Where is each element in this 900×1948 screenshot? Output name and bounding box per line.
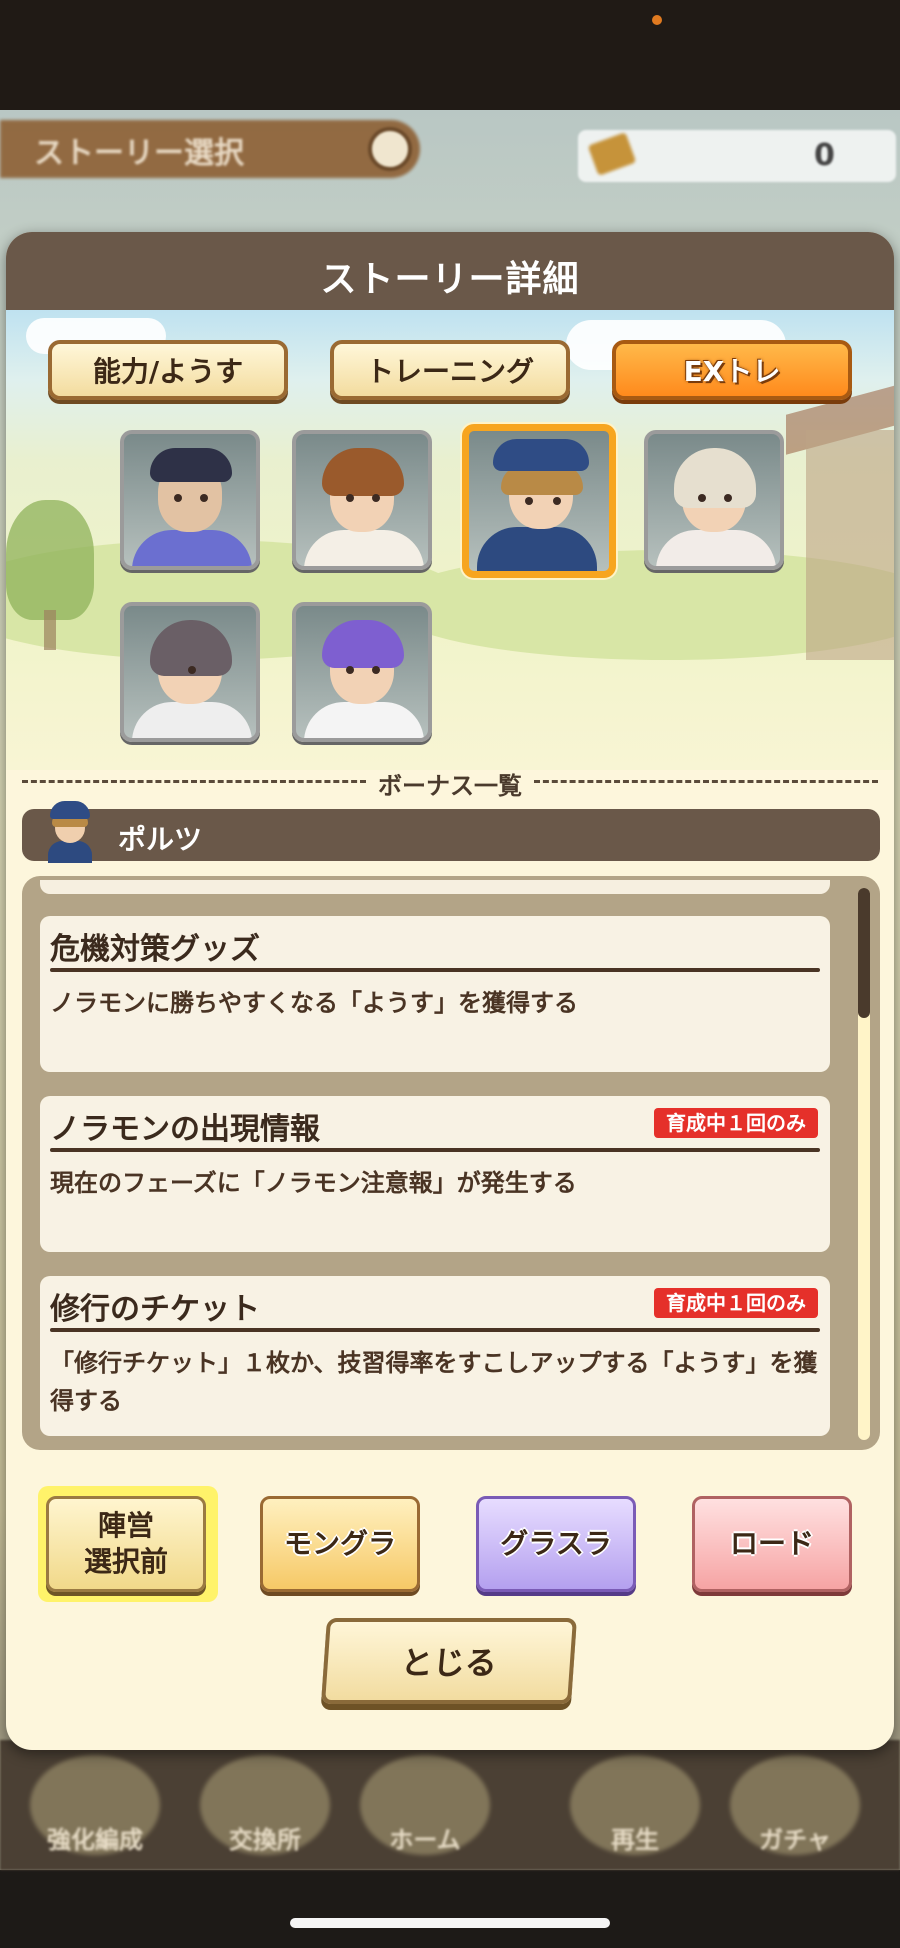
gurasura-button[interactable]: グラスラ (476, 1496, 636, 1592)
selected-character-avatar (44, 797, 96, 863)
close-button[interactable]: とじる (320, 1618, 578, 1704)
portrait-eye (372, 494, 380, 502)
avatar-cap (50, 801, 90, 819)
bonus-card-1: 危機対策グッズ ノラモンに勝ちやすくなる「ようす」を獲得する (40, 916, 830, 1072)
story-detail-modal: ストーリー詳細 能力/ようす トレーニング EXトレ ボーナス一覧 ポルツ 危機… (6, 232, 894, 1750)
faction-button-line2: 選択前 (83, 1545, 168, 1578)
bonus-divider (50, 1148, 820, 1152)
character-card-4[interactable] (644, 430, 784, 570)
bonus-list[interactable]: 危機対策グッズ ノラモンに勝ちやすくなる「ようす」を獲得する ノラモンの出現情報… (22, 876, 880, 1450)
portrait-eye (724, 494, 732, 502)
tree (6, 500, 94, 620)
portrait-body (304, 702, 424, 738)
portrait-eye (188, 666, 196, 674)
character-card-3[interactable] (462, 424, 616, 578)
tab-training[interactable]: トレーニング (330, 340, 570, 400)
modal-title: ストーリー詳細 (320, 259, 580, 300)
selected-character-name: ポルツ (118, 823, 203, 856)
portrait-eye (346, 666, 354, 674)
status-bar (0, 0, 900, 110)
bonus-card-3: 修行のチケット 育成中１回のみ 「修行チケット」１枚か、技習得率をすこしアップす… (40, 1276, 830, 1436)
bonus-description: 「修行チケット」１枚か、技習得率をすこしアップする「ようす」を獲得する (50, 1349, 818, 1415)
barn (806, 430, 894, 660)
bonus-description: 現在のフェーズに「ノラモン注意報」が発生する (50, 1169, 577, 1197)
bonus-section-label: ボーナス一覧 (6, 766, 894, 801)
nav-label: ガチャ (759, 1826, 831, 1854)
modal-header: ストーリー詳細 (6, 232, 894, 310)
selected-character-bar: ポルツ (22, 801, 880, 863)
home-indicator[interactable] (290, 1918, 610, 1928)
tree-trunk (44, 610, 56, 650)
portrait-eye (553, 497, 561, 505)
nav-label: 再生 (611, 1826, 659, 1854)
portrait-body (656, 530, 776, 566)
portrait-eye (372, 666, 380, 674)
mongura-label: モングラ (283, 1527, 396, 1560)
bonus-divider (50, 1328, 820, 1332)
scrollbar-thumb[interactable] (858, 888, 870, 1018)
background-currency-value: 0 (814, 138, 835, 173)
character-card-1[interactable] (120, 430, 260, 570)
portrait-body (132, 530, 252, 566)
character-card-5[interactable] (120, 602, 260, 742)
portrait-body (477, 527, 597, 571)
bonus-title: 危機対策グッズ (50, 932, 260, 967)
bonus-description: ノラモンに勝ちやすくなる「ようす」を獲得する (50, 989, 578, 1017)
road-label: ロード (729, 1527, 814, 1560)
nav-label: ホーム (389, 1826, 461, 1854)
portrait-hair (674, 448, 756, 508)
portrait-hair (322, 620, 404, 668)
faction-button-line1: 陣営 (97, 1509, 154, 1542)
mongura-button[interactable]: モングラ (260, 1496, 420, 1592)
portrait-body (132, 702, 252, 738)
background-screen-title: ストーリー選択 (34, 136, 244, 171)
info-icon (368, 127, 412, 171)
portrait-eye (200, 494, 208, 502)
bonus-title: 修行のチケット (50, 1292, 260, 1327)
portrait-bandana (150, 448, 232, 482)
portrait-cap (493, 439, 589, 471)
bonus-list-viewport: 危機対策グッズ ノラモンに勝ちやすくなる「ようす」を獲得する ノラモンの出現情報… (40, 880, 854, 1440)
bonus-divider (50, 968, 820, 972)
avatar-body (48, 841, 92, 863)
portrait-eye (525, 497, 533, 505)
portrait-body (304, 530, 424, 566)
portrait-hair (322, 448, 404, 496)
bonus-title: ノラモンの出現情報 (50, 1112, 320, 1147)
tab-ex-training[interactable]: EXトレ (612, 340, 852, 400)
tab-ability[interactable]: 能力/ようす (48, 340, 288, 400)
nav-label: 強化編成 (47, 1826, 143, 1854)
road-button[interactable]: ロード (692, 1496, 852, 1592)
portrait-eye (698, 494, 706, 502)
character-card-6[interactable] (292, 602, 432, 742)
character-card-2[interactable] (292, 430, 432, 570)
portrait-eye (174, 494, 182, 502)
portrait-eye (346, 494, 354, 502)
faction-select-button[interactable]: 陣営 選択前 (46, 1496, 206, 1592)
once-per-training-badge: 育成中１回のみ (654, 1288, 818, 1318)
nav-label: 交換所 (229, 1826, 301, 1854)
once-per-training-badge: 育成中１回のみ (654, 1108, 818, 1138)
indicator-dot (652, 15, 662, 25)
gurasura-label: グラスラ (500, 1527, 612, 1560)
list-item (40, 880, 830, 894)
bonus-card-2: ノラモンの出現情報 育成中１回のみ 現在のフェーズに「ノラモン注意報」が発生する (40, 1096, 830, 1252)
